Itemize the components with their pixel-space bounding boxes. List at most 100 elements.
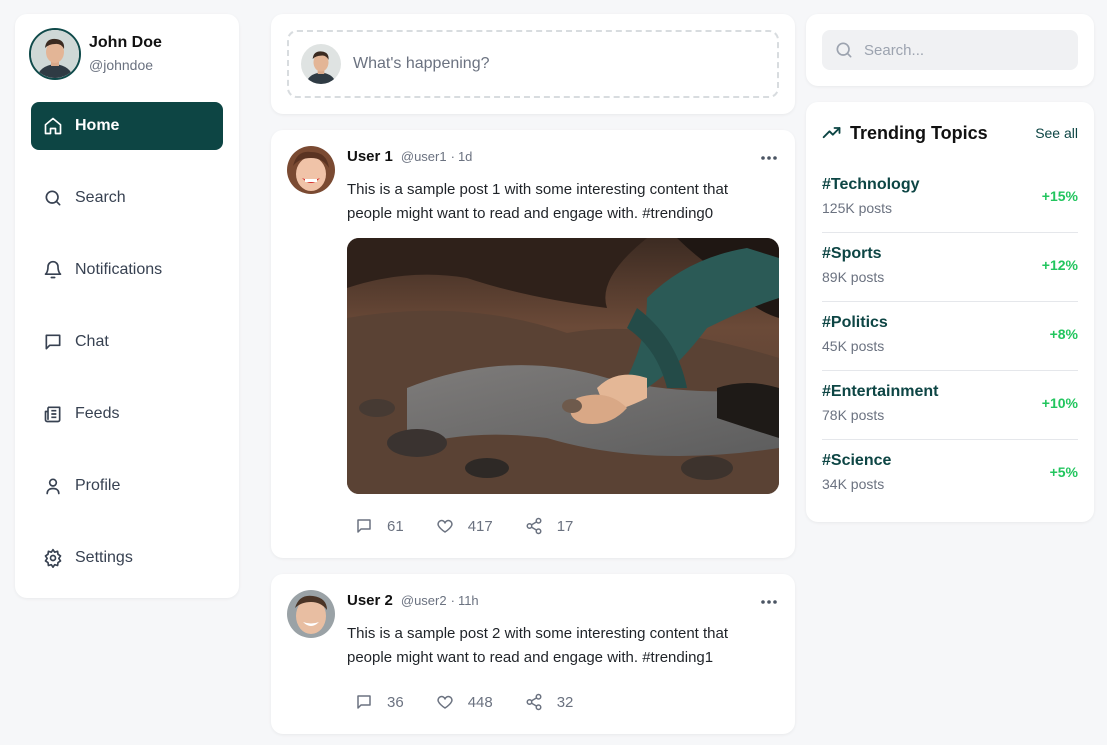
composer-input[interactable]: What's happening?: [287, 30, 779, 98]
heart-icon: [437, 695, 453, 709]
comment-count: 61: [387, 517, 404, 535]
share-button[interactable]: 17: [525, 517, 574, 535]
avatar[interactable]: [287, 146, 335, 194]
trending-tag: #Science: [822, 452, 892, 469]
post-timestamp: 11h: [457, 593, 479, 608]
chat-icon: [43, 332, 63, 352]
separator-dot: ·: [450, 593, 455, 608]
newspaper-icon: [43, 404, 63, 424]
avatar[interactable]: [287, 590, 335, 638]
trending-tag: #Sports: [822, 245, 882, 262]
sidebar-item-profile[interactable]: Profile: [31, 462, 223, 510]
composer-placeholder: What's happening?: [353, 55, 490, 72]
sidebar-nav: Home Search Notifications Chat Feeds Pro…: [31, 102, 223, 606]
more-options-icon[interactable]: [759, 150, 779, 166]
trending-tag: #Entertainment: [822, 383, 939, 400]
trending-change: +8%: [1049, 326, 1078, 342]
trending-count: 34K posts: [822, 476, 885, 492]
share-icon: [526, 517, 542, 535]
sidebar-item-label: Notifications: [75, 261, 163, 278]
post-actions: 61 417 17: [355, 514, 605, 538]
trending-list: #Technology 125K posts +15% #Sports 89K …: [822, 164, 1078, 509]
trending-title: Trending Topics: [850, 122, 988, 143]
post-text: This is a sample post 1 with some intere…: [347, 181, 729, 222]
post-handle[interactable]: @user2: [401, 593, 447, 608]
avatar: [301, 44, 341, 84]
user-icon: [43, 476, 63, 496]
trending-change: +5%: [1049, 464, 1078, 480]
trending-item[interactable]: #Science 34K posts +5%: [822, 440, 1078, 509]
gear-icon: [43, 548, 63, 568]
share-count: 17: [556, 517, 574, 535]
trending-tag: #Technology: [822, 176, 920, 193]
sidebar-item-label: Settings: [75, 549, 133, 566]
post-username[interactable]: User 1: [347, 148, 393, 165]
search-panel: [806, 14, 1094, 86]
trending-item[interactable]: #Sports 89K posts +12%: [822, 233, 1078, 302]
separator-dot: ·: [450, 149, 455, 164]
avatar: [29, 28, 81, 80]
search-icon: [836, 42, 852, 58]
comment-button[interactable]: 61: [355, 517, 404, 535]
trending-change: +10%: [1041, 395, 1078, 411]
profile-name: John Doe: [89, 34, 162, 51]
search-input[interactable]: [864, 41, 1064, 59]
sidebar-item-label: Search: [75, 189, 126, 206]
trending-item[interactable]: #Entertainment 78K posts +10%: [822, 371, 1078, 440]
sidebar-item-label: Profile: [75, 477, 121, 494]
share-icon: [526, 693, 542, 711]
sidebar-item-label: Feeds: [75, 405, 120, 422]
trending-count: 125K posts: [822, 200, 893, 216]
profile-summary[interactable]: John Doe @johndoe: [29, 28, 162, 80]
profile-handle: @johndoe: [89, 57, 154, 73]
post-card: User 2 @user2 · 11h This is a sample pos…: [271, 574, 795, 734]
post-timestamp: 1d: [457, 149, 473, 164]
sidebar: John Doe @johndoe Home Search Notificati…: [15, 14, 239, 598]
home-icon: [43, 116, 63, 136]
trending-up-icon: [822, 127, 841, 139]
post-actions: 36 448 32: [355, 690, 605, 714]
composer: What's happening?: [271, 14, 795, 114]
trending-change: +12%: [1041, 257, 1078, 273]
like-button[interactable]: 448: [436, 693, 493, 711]
see-all-link[interactable]: See all: [1035, 125, 1078, 141]
share-button[interactable]: 32: [525, 693, 574, 711]
sidebar-item-label: Chat: [75, 333, 109, 350]
post-text: This is a sample post 2 with some intere…: [347, 625, 729, 666]
search-box[interactable]: [822, 30, 1078, 70]
sidebar-item-label: Home: [75, 117, 120, 134]
trending-count: 78K posts: [822, 407, 885, 423]
sidebar-item-notifications[interactable]: Notifications: [31, 246, 223, 294]
comment-icon: [357, 519, 371, 533]
heart-icon: [437, 519, 453, 533]
sidebar-item-settings[interactable]: Settings: [31, 534, 223, 582]
post-header: User 2 @user2 · 11h: [347, 592, 479, 612]
share-count: 32: [556, 693, 574, 711]
post-username[interactable]: User 2: [347, 592, 393, 609]
search-icon: [43, 188, 63, 208]
trending-tag: #Politics: [822, 314, 888, 331]
sidebar-item-feeds[interactable]: Feeds: [31, 390, 223, 438]
sidebar-item-home[interactable]: Home: [31, 102, 223, 150]
trending-item[interactable]: #Technology 125K posts +15%: [822, 164, 1078, 233]
like-count: 448: [467, 693, 493, 711]
comment-button[interactable]: 36: [355, 693, 404, 711]
post-image[interactable]: [347, 238, 779, 494]
post-handle[interactable]: @user1: [401, 149, 447, 164]
post-card: User 1 @user1 · 1d This is a sample post…: [271, 130, 795, 558]
trending-panel: Trending Topics See all #Technology 125K…: [806, 102, 1094, 522]
trending-count: 89K posts: [822, 269, 885, 285]
more-options-icon[interactable]: [759, 594, 779, 610]
bell-icon: [43, 260, 63, 280]
post-header: User 1 @user1 · 1d: [347, 148, 472, 168]
trending-header: Trending Topics See all: [822, 120, 1078, 146]
sidebar-item-chat[interactable]: Chat: [31, 318, 223, 366]
like-button[interactable]: 417: [436, 517, 493, 535]
trending-item[interactable]: #Politics 45K posts +8%: [822, 302, 1078, 371]
comment-count: 36: [387, 693, 404, 711]
trending-count: 45K posts: [822, 338, 885, 354]
like-count: 417: [467, 517, 493, 535]
sidebar-item-search[interactable]: Search: [31, 174, 223, 222]
trending-change: +15%: [1041, 188, 1078, 204]
comment-icon: [357, 695, 371, 709]
